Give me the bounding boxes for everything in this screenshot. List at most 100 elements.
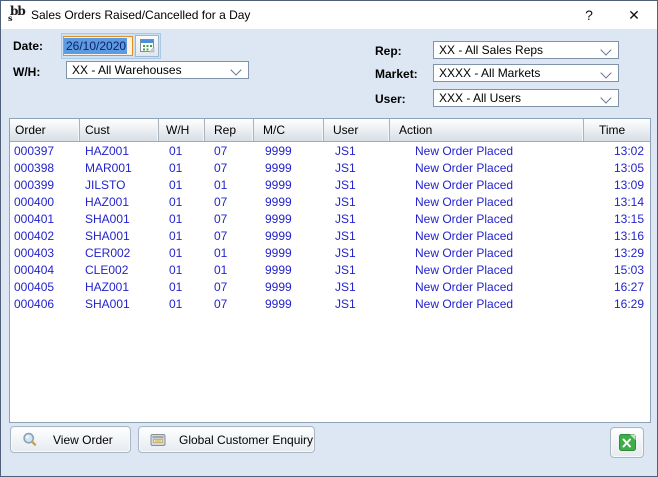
table-row[interactable]: 000399JILSTO01019999JS1New Order Placed1… [10, 176, 650, 193]
table-row[interactable]: 000406SHA00101079999JS1New Order Placed1… [10, 295, 650, 312]
table-cell: New Order Placed [390, 229, 584, 243]
table-row[interactable]: 000404CLE00201019999JS1New Order Placed1… [10, 261, 650, 278]
table-row[interactable]: 000397HAZ00101079999JS1New Order Placed1… [10, 142, 650, 159]
table-cell: 000401 [10, 212, 80, 226]
table-cell: JS1 [324, 178, 390, 192]
global-customer-enquiry-label: Global Customer Enquiry [179, 433, 313, 447]
table-cell: 07 [205, 229, 254, 243]
table-cell: 07 [205, 297, 254, 311]
table-cell: JILSTO [80, 178, 159, 192]
table-row[interactable]: 000402SHA00101079999JS1New Order Placed1… [10, 227, 650, 244]
global-customer-enquiry-button[interactable]: Global Customer Enquiry [138, 426, 315, 453]
date-label: Date: [13, 39, 43, 53]
table-cell: 000402 [10, 229, 80, 243]
table-cell: 000403 [10, 246, 80, 260]
table-cell: 000400 [10, 195, 80, 209]
chevron-down-icon [230, 64, 241, 75]
column-header[interactable]: W/H [159, 119, 205, 141]
table-cell: 16:29 [584, 297, 650, 311]
title-bar: bb s Sales Orders Raised/Cancelled for a… [1, 1, 657, 29]
table-cell: 9999 [254, 212, 324, 226]
table-cell: 01 [159, 229, 205, 243]
close-button[interactable]: ✕ [613, 1, 655, 29]
table-cell: JS1 [324, 246, 390, 260]
table-cell: 000399 [10, 178, 80, 192]
orders-table: OrderCustW/HRepM/CUserActionTime 000397H… [9, 118, 651, 423]
date-input[interactable]: 26/10/2020 [63, 36, 133, 56]
orders-table-header: OrderCustW/HRepM/CUserActionTime [10, 119, 650, 142]
table-row[interactable]: 000405HAZ00101079999JS1New Order Placed1… [10, 278, 650, 295]
window-title: Sales Orders Raised/Cancelled for a Day [31, 8, 250, 22]
table-cell: JS1 [324, 144, 390, 158]
table-cell: 9999 [254, 246, 324, 260]
table-cell: 07 [205, 195, 254, 209]
table-row[interactable]: 000401SHA00101079999JS1New Order Placed1… [10, 210, 650, 227]
column-header[interactable]: User [324, 119, 390, 141]
table-cell: 07 [205, 161, 254, 175]
table-cell: HAZ001 [80, 195, 159, 209]
table-cell: 01 [159, 263, 205, 277]
table-cell: New Order Placed [390, 263, 584, 277]
table-cell: 9999 [254, 161, 324, 175]
table-cell: HAZ001 [80, 280, 159, 294]
table-cell: 07 [205, 212, 254, 226]
table-cell: New Order Placed [390, 297, 584, 311]
rep-select[interactable]: XX - All Sales Reps [433, 41, 619, 59]
warehouse-value: XX - All Warehouses [72, 63, 182, 77]
table-cell: New Order Placed [390, 178, 584, 192]
column-header[interactable]: Time [584, 119, 650, 141]
column-header[interactable]: Cust [80, 119, 159, 141]
table-cell: 000398 [10, 161, 80, 175]
table-row[interactable]: 000403CER00201019999JS1New Order Placed1… [10, 244, 650, 261]
table-cell: 01 [159, 212, 205, 226]
market-select[interactable]: XXXX - All Markets [433, 64, 619, 82]
table-cell: 13:02 [584, 144, 650, 158]
column-header[interactable]: Order [10, 119, 80, 141]
table-cell: 01 [159, 280, 205, 294]
view-order-button[interactable]: View Order [10, 426, 131, 453]
table-cell: 13:29 [584, 246, 650, 260]
table-cell: 9999 [254, 280, 324, 294]
date-value: 26/10/2020 [64, 38, 127, 54]
table-cell: CER002 [80, 246, 159, 260]
table-cell: 000406 [10, 297, 80, 311]
rep-value: XX - All Sales Reps [439, 43, 543, 57]
search-icon [22, 432, 38, 448]
chevron-down-icon [600, 92, 611, 103]
market-value: XXXX - All Markets [439, 66, 540, 80]
table-cell: JS1 [324, 297, 390, 311]
customer-enquiry-icon [150, 432, 166, 448]
calendar-icon [140, 39, 155, 53]
user-select[interactable]: XXX - All Users [433, 89, 619, 107]
table-row[interactable]: 000400HAZ00101079999JS1New Order Placed1… [10, 193, 650, 210]
table-cell: 01 [205, 263, 254, 277]
orders-table-body: 000397HAZ00101079999JS1New Order Placed1… [10, 142, 650, 312]
table-cell: 13:09 [584, 178, 650, 192]
column-header[interactable]: Rep [205, 119, 254, 141]
table-cell: 000405 [10, 280, 80, 294]
user-value: XXX - All Users [439, 91, 521, 105]
table-cell: JS1 [324, 212, 390, 226]
export-excel-button[interactable] [610, 427, 644, 458]
table-cell: 15:03 [584, 263, 650, 277]
table-cell: 01 [205, 178, 254, 192]
column-header[interactable]: M/C [254, 119, 324, 141]
table-cell: 000397 [10, 144, 80, 158]
table-row[interactable]: 000398MAR00101079999JS1New Order Placed1… [10, 159, 650, 176]
calendar-button[interactable] [135, 35, 159, 57]
table-cell: 13:14 [584, 195, 650, 209]
table-cell: 01 [159, 246, 205, 260]
table-cell: New Order Placed [390, 280, 584, 294]
table-cell: JS1 [324, 280, 390, 294]
table-cell: 13:15 [584, 212, 650, 226]
view-order-label: View Order [53, 433, 113, 447]
column-header[interactable]: Action [390, 119, 584, 141]
warehouse-label: W/H: [13, 65, 40, 79]
warehouse-select[interactable]: XX - All Warehouses [66, 61, 249, 79]
help-button[interactable]: ? [569, 1, 609, 29]
table-cell: 16:27 [584, 280, 650, 294]
table-cell: SHA001 [80, 297, 159, 311]
table-cell: New Order Placed [390, 195, 584, 209]
table-cell: 000404 [10, 263, 80, 277]
table-cell: 9999 [254, 297, 324, 311]
